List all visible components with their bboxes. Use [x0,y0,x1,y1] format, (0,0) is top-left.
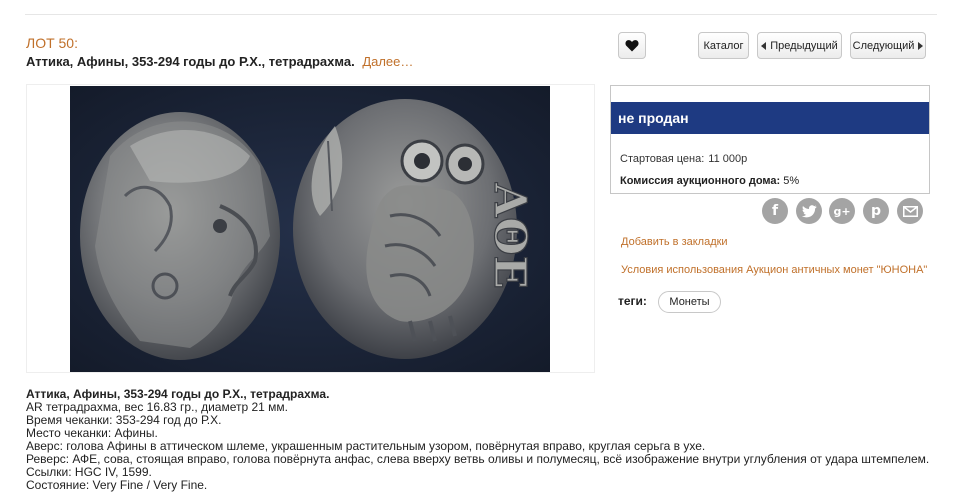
pinterest-share-button[interactable]: p [863,198,889,224]
favorite-button[interactable] [618,32,646,59]
heart-icon [625,40,639,52]
facebook-share-button[interactable]: f [762,198,788,224]
twitter-share-button[interactable] [796,198,822,224]
previous-button-label: Предыдущий [770,39,838,52]
description-line: Время чеканки: 353-294 год до Р.Х. [26,413,222,427]
commission-label: Комиссия аукционного дома: [620,175,781,187]
chevron-left-icon [761,41,767,50]
reverse-legend: ΑΘΕ [484,182,535,289]
sale-status: не продан [611,102,929,134]
commission: Комиссия аукционного дома: 5% [620,175,799,187]
start-price-label: Стартовая цена: [620,153,705,165]
start-price-value: 11 000р [708,153,748,165]
next-button[interactable]: Следующий [850,32,926,59]
description-line: Реверс: АФЕ, сова, стоящая вправо, голов… [26,452,930,466]
chevron-right-icon [918,41,924,50]
terms-link[interactable]: Условия использования Аукцион античных м… [621,264,927,276]
facebook-icon: f [771,203,779,219]
lot-header: Аттика, Афины, 353-294 годы до Р.Х., тет… [26,54,413,69]
description-line: Состояние: Very Fine / Very Fine. [26,478,208,492]
lot-description: Аттика, Афины, 353-294 годы до Р.Х., тет… [26,388,929,492]
email-share-button[interactable] [897,198,923,224]
add-bookmark-link[interactable]: Добавить в закладки [621,236,728,248]
previous-button[interactable]: Предыдущий [757,32,842,59]
tags-label: теги: [618,294,647,308]
coin-image: ΑΘΕ [70,86,550,372]
google-plus-icon: g+ [833,204,851,218]
catalog-button-label: Каталог [703,39,744,52]
lot-number: ЛОТ 50: [26,35,78,51]
catalog-button[interactable]: Каталог [698,32,749,59]
start-price: Стартовая цена: 11 000р [620,153,747,165]
twitter-icon [801,204,816,217]
google-plus-share-button[interactable]: g+ [829,198,855,224]
lot-title: Аттика, Афины, 353-294 годы до Р.Х., тет… [26,54,355,69]
status-panel: не продан Стартовая цена: 11 000р Комисси… [610,85,930,194]
tag-coins[interactable]: Монеты [658,291,721,313]
pinterest-icon: p [870,203,882,219]
next-button-label: Следующий [852,39,915,52]
top-divider [25,14,937,15]
coin-photo[interactable]: ΑΘΕ [70,86,550,372]
email-icon [902,205,918,217]
commission-value: 5% [783,175,800,187]
more-link[interactable]: Далее… [362,54,413,69]
